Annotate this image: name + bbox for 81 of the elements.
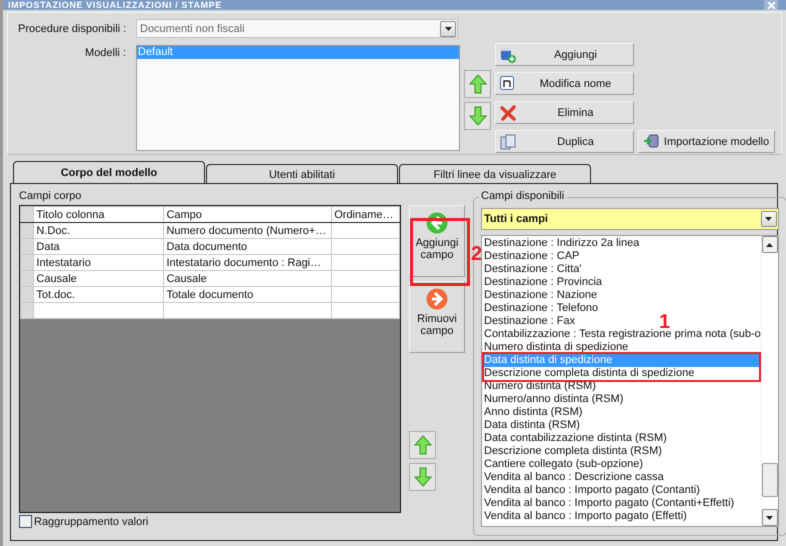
group-title: Campi disponibili xyxy=(479,190,566,202)
list-item[interactable]: Numero/anno distinta (RSM) xyxy=(482,393,624,406)
procedure-label: Procedure disponibili : xyxy=(17,22,128,34)
table-cell: Data xyxy=(34,238,164,254)
list-item[interactable]: Destinazione : CAP xyxy=(482,250,580,263)
import-icon xyxy=(643,134,659,148)
column-header[interactable]: Titolo colonna xyxy=(34,206,164,222)
import-model-button[interactable]: Importazione modello xyxy=(638,130,775,153)
down-arrow-icon xyxy=(414,467,432,487)
list-item[interactable]: Cantiere collegato (sub-opzione) xyxy=(482,458,643,471)
scrollbar[interactable] xyxy=(760,236,778,526)
list-item[interactable]: Destinazione : Citta' xyxy=(482,263,582,276)
caret-icon xyxy=(766,516,774,520)
move-up-button[interactable] xyxy=(409,431,436,459)
caret-icon xyxy=(766,242,774,246)
list-item[interactable]: Destinazione : Telefono xyxy=(482,302,598,315)
list-item[interactable]: Descrizione completa distinta di spedizione xyxy=(482,367,694,380)
table-cell: Numero documento (Numero+… xyxy=(164,222,332,238)
procedure-dropdown[interactable]: Documenti non fiscali xyxy=(136,19,458,38)
models-label: Modelli : xyxy=(84,47,127,59)
filter-value: Tutti i campi xyxy=(483,213,548,225)
letter-n-icon xyxy=(500,76,514,90)
table-cell: Causale xyxy=(34,270,164,286)
checkbox[interactable] xyxy=(19,515,32,528)
table-cell: N.Doc. xyxy=(34,222,164,238)
list-item[interactable]: Anno distinta (RSM) xyxy=(482,406,582,419)
highlight-frame xyxy=(410,218,470,286)
scrollbar-thumb[interactable] xyxy=(762,463,778,497)
column-header[interactable]: Ordiname… xyxy=(332,206,400,222)
list-item[interactable]: Vendita al banco : Importo pagato (Contanti+Effetti) xyxy=(482,497,734,510)
tab[interactable]: Corpo del modello xyxy=(13,161,205,183)
table-cell: Data documento xyxy=(164,238,332,254)
up-arrow-icon xyxy=(414,435,432,455)
list-item[interactable]: Descrizione completa distinta (RSM) xyxy=(482,445,662,458)
table-cell: Tot.doc. xyxy=(34,286,164,302)
tab[interactable]: Filtri linee da visualizzare xyxy=(399,164,591,183)
table-cell: Intestatario documento : Ragi… xyxy=(164,254,332,270)
cross-icon xyxy=(500,105,516,121)
close-icon xyxy=(766,2,776,8)
available-fields-list[interactable] xyxy=(481,235,779,527)
list-item[interactable]: Numero distinta di spedizione xyxy=(482,341,628,354)
procedure-value: Documenti non fiscali xyxy=(139,22,245,34)
move-down-button[interactable] xyxy=(409,463,436,491)
scroll-down-button[interactable] xyxy=(762,509,778,526)
copy-icon xyxy=(500,134,516,150)
window-title: IMPOSTAZIONE VISUALIZZAZIONI / STAMPE xyxy=(8,0,222,10)
list-item[interactable]: Destinazione : Nazione xyxy=(482,289,598,302)
dropdown-button[interactable] xyxy=(760,211,777,227)
column-header[interactable]: Campo xyxy=(164,206,332,222)
step-number: 2 xyxy=(471,244,482,264)
list-item[interactable]: Destinazione : Provincia xyxy=(482,276,602,289)
checkbox-label: Raggruppamento valori xyxy=(34,516,148,528)
model-button[interactable]: Modifica nome xyxy=(495,72,634,95)
list-item[interactable]: Vendita al banco : Importo pagato (Effetti) xyxy=(482,510,687,523)
section-title: Campi corpo xyxy=(19,190,82,202)
caret-icon xyxy=(444,26,452,30)
table-cell: Totale documento xyxy=(164,286,332,302)
add-field-button[interactable]: Aggiungi campo xyxy=(409,205,465,277)
tab[interactable]: Utenti abilitati xyxy=(206,164,398,183)
list-item[interactable]: Data contabilizzazione distinta (RSM) xyxy=(482,432,667,445)
dropdown-button[interactable] xyxy=(440,20,456,36)
model-button[interactable]: Aggiungi xyxy=(495,43,634,66)
up-arrow-icon xyxy=(468,74,486,94)
table-cell: Intestatario xyxy=(34,254,164,270)
move-up-button[interactable] xyxy=(464,70,491,98)
add-document-icon xyxy=(500,47,516,63)
model-button[interactable]: Duplica xyxy=(495,130,634,153)
model-button[interactable]: Elimina xyxy=(495,101,634,124)
list-item[interactable]: Destinazione : Indirizzo 2a linea xyxy=(482,237,640,250)
filter-dropdown[interactable]: Tutti i campi xyxy=(481,208,779,230)
down-arrow-icon xyxy=(468,106,486,126)
table-cell: Causale xyxy=(164,270,332,286)
list-item[interactable]: Data distinta (RSM) xyxy=(482,419,580,432)
scroll-up-button[interactable] xyxy=(762,236,778,253)
list-item[interactable]: Destinazione : Fax xyxy=(482,315,576,328)
caret-icon xyxy=(765,217,772,221)
list-item[interactable]: Vendita al banco : Importo pagato (Contanti) xyxy=(482,484,700,497)
move-down-button[interactable] xyxy=(464,102,491,130)
remove-field-button[interactable]: Rimuovi campo xyxy=(409,281,465,353)
list-item[interactable]: Vendita al banco : Descrizione cassa xyxy=(482,471,664,484)
close-button[interactable] xyxy=(764,0,778,10)
